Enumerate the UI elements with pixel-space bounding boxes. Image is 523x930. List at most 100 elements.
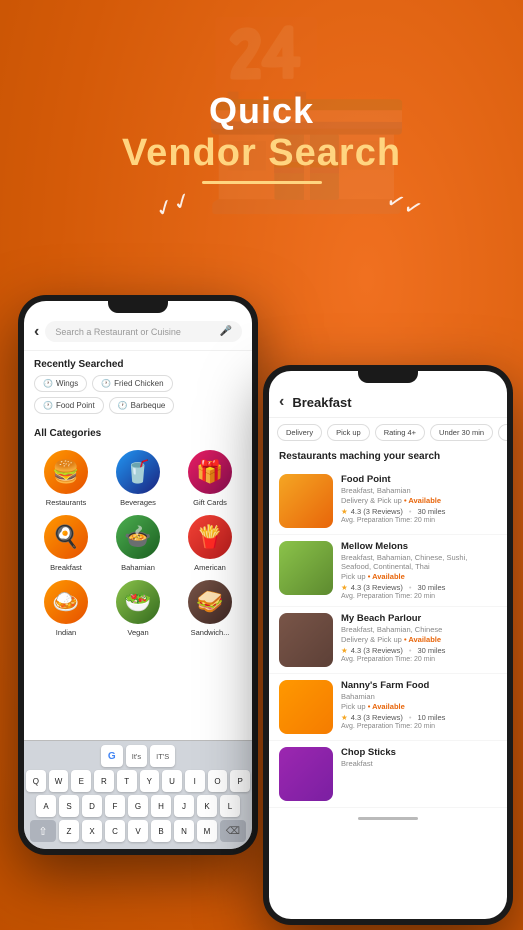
key-b[interactable]: B: [151, 820, 171, 842]
category-sandwich[interactable]: 🥪 Sandwich...: [178, 580, 242, 637]
beach-parlour-prep: Avg. Preparation Time: 20 min: [341, 656, 497, 663]
beach-parlour-available: • Available: [404, 635, 441, 644]
key-n[interactable]: N: [174, 820, 194, 842]
tag-fried-chicken[interactable]: 🕐 Fried Chicken: [92, 375, 172, 392]
left-phone: ‹ Search a Restaurant or Cuisine 🎤 Recen…: [18, 295, 258, 855]
food-point-delivery: Delivery & Pick up • Available: [341, 496, 497, 505]
star-icon-3: ★: [341, 646, 348, 655]
mellow-melons-rating-val: 4.3 (3 Reviews): [351, 583, 403, 592]
header-section: ✓✓ ✓✓ Quick Vendor Search: [0, 90, 523, 184]
beach-parlour-delivery: Delivery & Pick up • Available: [341, 635, 497, 644]
food-point-info: Food Point Breakfast, Bahamian Delivery …: [341, 474, 497, 528]
search-placeholder: Search a Restaurant or Cuisine: [55, 327, 181, 337]
search-input[interactable]: Search a Restaurant or Cuisine 🎤: [45, 321, 242, 342]
tag-wings[interactable]: 🕐 Wings: [34, 375, 87, 392]
tag-wings-label: Wings: [56, 379, 78, 388]
category-restaurants[interactable]: 🍔 Restaurants: [34, 450, 98, 507]
category-img-sandwich: 🥪: [188, 580, 232, 624]
restaurant-beach-parlour[interactable]: My Beach Parlour Breakfast, Bahamian, Ch…: [269, 607, 507, 674]
tag-food-point-label: Food Point: [56, 401, 95, 410]
mellow-melons-cuisine: Breakfast, Bahamian, Chinese, Sushi, Sea…: [341, 553, 497, 571]
category-beverages[interactable]: 🥤 Beverages: [106, 450, 170, 507]
key-w[interactable]: W: [49, 770, 69, 792]
beach-parlour-rating: ★ 4.3 (3 Reviews) • 30 miles: [341, 646, 497, 655]
key-t[interactable]: T: [117, 770, 137, 792]
key-backspace[interactable]: ⌫: [220, 820, 246, 842]
key-m[interactable]: M: [197, 820, 217, 842]
chip-pickup[interactable]: Pick up: [327, 424, 370, 441]
beach-parlour-name: My Beach Parlour: [341, 613, 497, 624]
key-y[interactable]: Y: [140, 770, 160, 792]
keyboard-row2: A S D F G H J K L: [26, 795, 250, 817]
key-l[interactable]: L: [220, 795, 240, 817]
key-q[interactable]: Q: [26, 770, 46, 792]
key-p[interactable]: P: [230, 770, 250, 792]
clock-icon-1: 🕐: [43, 379, 53, 388]
key-d[interactable]: D: [82, 795, 102, 817]
right-phone: ‹ Breakfast Delivery Pick up Rating 4+ U…: [263, 365, 513, 925]
restaurant-nannys-farm[interactable]: Nanny's Farm Food Bahamian Pick up • Ava…: [269, 674, 507, 741]
its-caps-key[interactable]: IT'S: [150, 745, 175, 767]
key-e[interactable]: E: [71, 770, 91, 792]
tag-food-point[interactable]: 🕐 Food Point: [34, 397, 104, 414]
category-breakfast[interactable]: 🍳 Breakfast: [34, 515, 98, 572]
key-x[interactable]: X: [82, 820, 102, 842]
nannys-farm-cuisine: Bahamian: [341, 692, 497, 701]
food-point-rating: ★ 4.3 (3 Reviews) • 30 miles: [341, 507, 497, 516]
chip-rating[interactable]: Rating 4+: [375, 424, 425, 441]
nannys-farm-info: Nanny's Farm Food Bahamian Pick up • Ava…: [341, 680, 497, 734]
mellow-melons-name: Mellow Melons: [341, 541, 497, 552]
clock-icon-4: 🕐: [118, 401, 128, 410]
right-phone-inner: ‹ Breakfast Delivery Pick up Rating 4+ U…: [269, 371, 507, 919]
category-label-breakfast: Breakfast: [50, 563, 82, 572]
star-icon-2: ★: [341, 583, 348, 592]
its-key[interactable]: It's: [126, 745, 147, 767]
key-g[interactable]: G: [128, 795, 148, 817]
results-title: Breakfast: [292, 395, 351, 410]
key-shift[interactable]: ⇧: [30, 820, 56, 842]
restaurant-food-point[interactable]: Food Point Breakfast, Bahamian Delivery …: [269, 468, 507, 535]
key-h[interactable]: H: [151, 795, 171, 817]
key-o[interactable]: O: [208, 770, 228, 792]
mellow-melons-available: • Available: [368, 572, 405, 581]
key-v[interactable]: V: [128, 820, 148, 842]
chip-delivery[interactable]: Delivery: [277, 424, 322, 441]
chip-under30[interactable]: Under 30 min: [430, 424, 493, 441]
chip-more[interactable]: U...: [498, 424, 507, 441]
key-i[interactable]: I: [185, 770, 205, 792]
food-point-available: • Available: [404, 496, 441, 505]
key-c[interactable]: C: [105, 820, 125, 842]
restaurant-mellow-melons[interactable]: Mellow Melons Breakfast, Bahamian, Chine…: [269, 535, 507, 607]
back-button-left[interactable]: ‹: [34, 323, 39, 341]
keyboard-row1: Q W E R T Y U I O P: [26, 770, 250, 792]
chop-sticks-img: [279, 747, 333, 801]
food-point-distance: 30 miles: [417, 507, 445, 516]
nannys-farm-img: [279, 680, 333, 734]
category-grid: 🍔 Restaurants 🥤 Beverages 🎁 Gift Cards 🍳…: [24, 444, 252, 643]
phones-area: ‹ Search a Restaurant or Cuisine 🎤 Recen…: [0, 265, 523, 930]
key-u[interactable]: U: [162, 770, 182, 792]
mellow-melons-prep: Avg. Preparation Time: 20 min: [341, 593, 497, 600]
category-vegan[interactable]: 🥗 Vegan: [106, 580, 170, 637]
clock-icon-2: 🕐: [101, 379, 111, 388]
key-s[interactable]: S: [59, 795, 79, 817]
google-key[interactable]: G: [101, 745, 123, 767]
category-bahamian[interactable]: 🍲 Bahamian: [106, 515, 170, 572]
key-z[interactable]: Z: [59, 820, 79, 842]
mic-icon[interactable]: 🎤: [220, 326, 232, 337]
chop-sticks-name: Chop Sticks: [341, 747, 497, 758]
beach-parlour-info: My Beach Parlour Breakfast, Bahamian, Ch…: [341, 613, 497, 667]
key-a[interactable]: A: [36, 795, 56, 817]
key-f[interactable]: F: [105, 795, 125, 817]
category-indian[interactable]: 🍛 Indian: [34, 580, 98, 637]
tag-barbeque[interactable]: 🕐 Barbeque: [109, 397, 175, 414]
key-j[interactable]: J: [174, 795, 194, 817]
back-button-right[interactable]: ‹: [279, 393, 284, 411]
nannys-farm-distance: 10 miles: [417, 713, 445, 722]
category-american[interactable]: 🍟 American: [178, 515, 242, 572]
category-gift-cards[interactable]: 🎁 Gift Cards: [178, 450, 242, 507]
restaurant-chop-sticks[interactable]: Chop Sticks Breakfast: [269, 741, 507, 808]
key-r[interactable]: R: [94, 770, 114, 792]
notch-right: [358, 371, 418, 383]
key-k[interactable]: K: [197, 795, 217, 817]
